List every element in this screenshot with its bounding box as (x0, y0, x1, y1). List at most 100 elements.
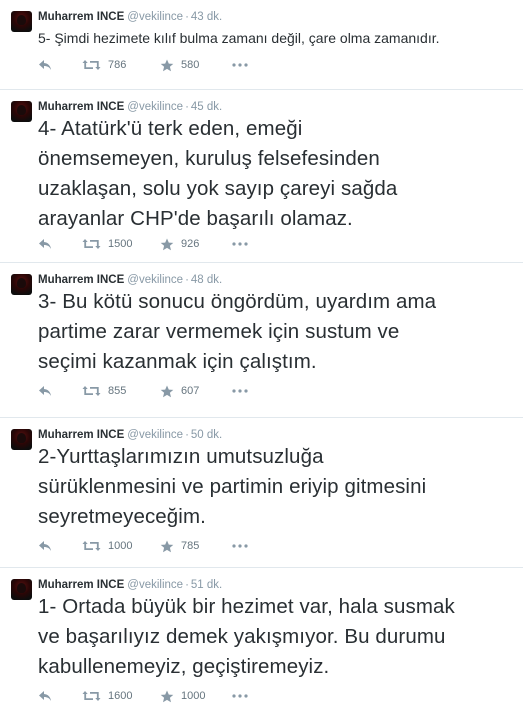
avatar[interactable] (11, 101, 32, 122)
author-name[interactable]: Muharrem INCE (38, 429, 124, 441)
favorite-count: 607 (181, 385, 200, 397)
favorite-star-icon (160, 540, 174, 552)
reply-button[interactable] (38, 688, 52, 704)
tweet-text-line: arayanlar CHP'de başarılı olamaz. (38, 207, 353, 230)
more-dots-icon (232, 63, 248, 67)
separator-dot: · (185, 579, 189, 591)
retweet-count: 855 (108, 385, 127, 397)
tweet-text-line: 5- Şimdi hezimete kılıf bulma zamanı değ… (38, 30, 440, 46)
separator-dot: · (185, 429, 189, 441)
avatar[interactable] (11, 11, 32, 32)
tweet[interactable]: Muharrem INCE @vekilince · 51 dk. 1- Ortada… (0, 568, 523, 728)
tweet-header: Muharrem INCE @vekilince · 48 dk. (38, 273, 222, 287)
tweet-text-line: ve başarılıyız demek yakışmıyor. Bu duru… (38, 625, 446, 648)
tweet-header: Muharrem INCE @vekilince · 51 dk. (38, 578, 222, 592)
more-button[interactable] (232, 538, 248, 554)
reply-icon (39, 386, 51, 396)
favorite-button[interactable]: 785 (160, 538, 199, 554)
tweet-text-line: 1- Ortada büyük bir hezimet var, hala su… (38, 595, 455, 618)
author-name[interactable]: Muharrem INCE (38, 579, 124, 591)
tweet-time[interactable]: 43 dk. (191, 11, 222, 23)
tweet-text-line: uzaklaşan, solu yok sayıp çareyi sağda (38, 177, 398, 200)
reply-button[interactable] (38, 383, 52, 399)
favorite-count: 580 (181, 59, 200, 71)
reply-icon (39, 239, 51, 249)
retweet-icon (82, 60, 101, 70)
avatar[interactable] (11, 579, 32, 600)
retweet-icon (82, 541, 101, 551)
more-dots-icon (232, 389, 248, 393)
separator-dot: · (185, 101, 189, 113)
tweet-time[interactable]: 50 dk. (191, 429, 222, 441)
author-name[interactable]: Muharrem INCE (38, 11, 124, 23)
favorite-button[interactable]: 1000 (160, 688, 205, 704)
tweet-time[interactable]: 51 dk. (191, 579, 222, 591)
separator-dot: · (185, 11, 189, 23)
retweet-button[interactable]: 786 (82, 57, 126, 73)
reply-button[interactable] (38, 538, 52, 554)
reply-icon (39, 541, 51, 551)
tweet-text: 5- Şimdi hezimete kılıf bulma zamanı değ… (38, 29, 440, 47)
author-handle[interactable]: @vekilince (127, 274, 183, 286)
tweet-time[interactable]: 45 dk. (191, 101, 222, 113)
favorite-button[interactable]: 926 (160, 236, 199, 252)
tweet-text: 2-Yurttaşlarımızın umutsuzluğa sürüklenm… (38, 442, 426, 532)
reply-button[interactable] (38, 57, 52, 73)
retweet-button[interactable]: 1600 (82, 688, 132, 704)
favorite-star-icon (160, 690, 174, 702)
tweet-header: Muharrem INCE @vekilince · 43 dk. (38, 10, 222, 24)
retweet-icon (82, 239, 101, 249)
author-name[interactable]: Muharrem INCE (38, 274, 124, 286)
tweet-text: 3- Bu kötü sonucu öngördüm, uyardım ama … (38, 287, 436, 377)
tweet-timeline: Muharrem INCE @vekilince · 43 dk. 5- Şimdi … (0, 0, 523, 728)
retweet-button[interactable]: 855 (82, 383, 126, 399)
retweet-icon (82, 691, 101, 701)
tweet-text-line: seyretmeyeceğim. (38, 505, 206, 528)
reply-icon (39, 60, 51, 70)
more-dots-icon (232, 544, 248, 548)
retweet-count: 1500 (108, 238, 133, 250)
more-dots-icon (232, 694, 248, 698)
retweet-button[interactable]: 1000 (82, 538, 132, 554)
more-button[interactable] (232, 688, 248, 704)
more-button[interactable] (232, 57, 248, 73)
more-button[interactable] (232, 383, 248, 399)
tweet-text-line: 4- Atatürk'ü terk eden, emeği (38, 117, 303, 140)
author-handle[interactable]: @vekilince (127, 579, 183, 591)
tweet[interactable]: Muharrem INCE @vekilince · 43 dk. 5- Şimdi … (0, 0, 523, 90)
author-handle[interactable]: @vekilince (127, 101, 183, 113)
retweet-count: 786 (108, 59, 127, 71)
tweet-header: Muharrem INCE @vekilince · 50 dk. (38, 428, 222, 442)
retweet-button[interactable]: 1500 (82, 236, 132, 252)
separator-dot: · (185, 274, 189, 286)
reply-button[interactable] (38, 236, 52, 252)
favorite-star-icon (160, 59, 174, 71)
tweet-text-line: seçimi kazanmak için çalıştım. (38, 350, 317, 373)
more-button[interactable] (232, 236, 248, 252)
author-name[interactable]: Muharrem INCE (38, 101, 124, 113)
reply-icon (39, 691, 51, 701)
more-dots-icon (232, 242, 248, 246)
author-handle[interactable]: @vekilince (127, 429, 183, 441)
tweet-text: 1- Ortada büyük bir hezimet var, hala su… (38, 592, 455, 682)
tweet[interactable]: Muharrem INCE @vekilince · 45 dk. 4- Atatür… (0, 90, 523, 263)
tweet-text-line: 2-Yurttaşlarımızın umutsuzluğa (38, 445, 324, 468)
tweet-text-line: partime zarar vermemek için sustum ve (38, 320, 400, 343)
favorite-button[interactable]: 607 (160, 383, 199, 399)
favorite-count: 1000 (181, 690, 206, 702)
tweet-text: 4- Atatürk'ü terk eden, emeği önemsemeye… (38, 114, 397, 234)
favorite-star-icon (160, 238, 174, 250)
author-handle[interactable]: @vekilince (127, 11, 183, 23)
tweet-time[interactable]: 48 dk. (191, 274, 222, 286)
favorite-star-icon (160, 385, 174, 397)
avatar[interactable] (11, 274, 32, 295)
favorite-button[interactable]: 580 (160, 57, 199, 73)
avatar[interactable] (11, 429, 32, 450)
tweet[interactable]: Muharrem INCE @vekilince · 48 dk. 3- Bu köt… (0, 263, 523, 418)
retweet-icon (82, 386, 101, 396)
retweet-count: 1000 (108, 540, 133, 552)
retweet-count: 1600 (108, 690, 133, 702)
tweet[interactable]: Muharrem INCE @vekilince · 50 dk. 2-Yurttaş… (0, 418, 523, 568)
tweet-text-line: 3- Bu kötü sonucu öngördüm, uyardım ama (38, 290, 437, 313)
tweet-text-line: kabullenemeyiz, geçiştiremeyiz. (38, 655, 330, 678)
